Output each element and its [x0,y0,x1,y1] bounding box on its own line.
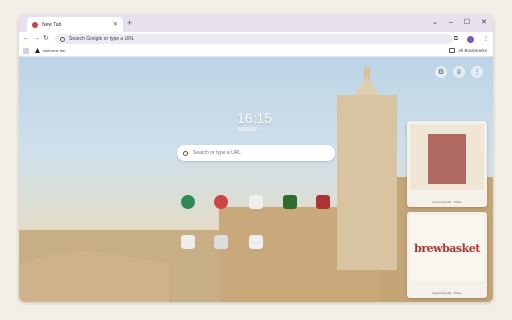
shortcut-1[interactable] [178,192,198,212]
shortcut-icon [283,195,297,209]
ad-card-1[interactable]: Sponsored Ad · Photo [407,121,487,207]
new-tab-page: ⚙ ♕ ⋮ 16:15 FRIDAY Search or type a URL … [19,57,493,302]
top-right-icons: ⚙ ♕ ⋮ [435,66,483,78]
toolbar: ← → ↻ Search Google or type a URL ⧉ ⋮ [19,32,493,46]
trophy-icon[interactable]: ♕ [453,66,465,78]
browser-window: New Tab ✕ + ⌄ – ☐ ✕ ← → ↻ Search Google … [19,15,493,302]
extensions-icon[interactable]: ⧉ [454,35,458,43]
clock-time: 16:15 [237,110,273,126]
shortcut-5[interactable] [313,192,333,212]
omnibox-placeholder: Search Google or type a URL [69,36,135,42]
card-label: Sponsored Ad · Photo [432,291,462,295]
omnibox[interactable]: Search Google or type a URL [55,34,453,44]
shortcut-icon [181,235,195,249]
shortcut-icon [316,195,330,209]
close-window-icon[interactable]: ✕ [481,19,487,27]
ad-image: brewbasket [410,215,484,281]
settings-icon[interactable]: ⚙ [435,66,447,78]
search-placeholder: Search or type a URL [193,150,242,156]
search-icon [183,150,188,156]
forward-icon[interactable]: → [33,35,40,43]
profile-avatar-icon[interactable] [467,35,474,43]
new-tab-plus-icon[interactable]: + [127,18,132,28]
tab-title: New Tab [42,21,62,28]
toolbar-right: ⧉ ⋮ [454,35,489,43]
maximize-icon[interactable]: ☐ [464,19,470,27]
all-bookmarks-label: All Bookmarks [458,48,487,53]
shortcut-2[interactable] [211,192,231,212]
apps-icon[interactable]: ⋮ [471,66,483,78]
tab-new-tab[interactable]: New Tab ✕ [27,17,123,32]
background-bell-tower [337,95,397,270]
shortcut-8[interactable] [246,232,266,252]
bookmark-favicon-icon [35,48,40,53]
menu-icon[interactable]: ⋮ [483,35,489,43]
all-bookmarks-button[interactable]: All Bookmarks [449,48,487,53]
shortcut-7[interactable] [211,232,231,252]
search-box[interactable]: Search or type a URL [177,145,335,161]
shortcut-icon [181,195,195,209]
ad-image [410,124,484,190]
shortcut-icon [214,235,228,249]
bookmarks-bar: welcome tab All Bookmarks [19,46,493,57]
window-controls: ⌄ – ☐ ✕ [432,19,487,27]
google-icon [60,36,65,42]
shortcut-4[interactable] [280,192,300,212]
tab-favicon-icon [32,21,38,28]
ad-card-2[interactable]: brewbasket Sponsored Ad · Photo [407,212,487,298]
shortcut-icon [249,235,263,249]
product-box [428,134,466,184]
shortcut-6[interactable] [178,232,198,252]
bookmark-label: welcome tab [43,48,66,53]
brand-logo: brewbasket [414,241,480,255]
shortcut-icon [249,195,263,209]
card-label: Sponsored Ad · Photo [432,200,462,204]
shortcut-icon [214,195,228,209]
close-icon[interactable]: ✕ [113,22,118,28]
shortcut-3[interactable] [246,192,266,212]
bookmark-item[interactable]: welcome tab [35,48,65,53]
folder-icon [449,48,456,53]
tab-strip: New Tab ✕ + ⌄ – ☐ ✕ [19,15,493,32]
tab-search-icon[interactable]: ⌄ [432,19,438,27]
minimize-icon[interactable]: – [449,19,453,27]
back-icon[interactable]: ← [23,35,30,43]
clock-date: FRIDAY [238,127,258,133]
reload-icon[interactable]: ↻ [43,35,49,43]
apps-grid-icon[interactable] [23,48,29,54]
